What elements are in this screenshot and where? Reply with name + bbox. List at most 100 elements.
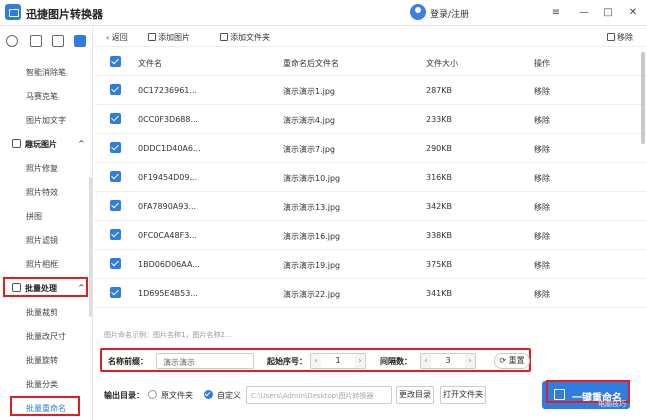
remove-row-button[interactable]: 移除 [534, 260, 550, 271]
sidebar-item-photo-effects[interactable]: 照片特效 [26, 187, 58, 198]
file-table: 文件名 重命名后文件名 文件大小 操作 0C17236961... 演示演示1.j… [94, 48, 647, 320]
batch-tool-icon[interactable] [74, 35, 86, 47]
sidebar-item-mosaic[interactable]: 马赛克笔 [26, 91, 58, 102]
table-row[interactable]: 0DDC1D40A6... 演示演示7.jpg 290KB 移除 [94, 134, 647, 163]
row-checkbox[interactable] [110, 142, 121, 153]
menu-icon[interactable]: ≡ [548, 5, 564, 21]
minimize-button[interactable]: — [576, 5, 592, 21]
table-row[interactable]: 1D695E4B53... 演示演示22.jpg 341KB 移除 [94, 279, 647, 308]
cell-renamed: 演示演示16.jpg [283, 232, 341, 241]
start-index-stepper[interactable]: ‹ 1 › [310, 353, 366, 369]
sidebar-item-collage[interactable]: 拼图 [26, 211, 42, 222]
back-button[interactable]: ‹ 返回 [106, 32, 128, 43]
custom-folder-label[interactable]: 自定义 [217, 390, 241, 401]
remove-row-button[interactable]: 移除 [534, 144, 550, 155]
output-dir-label: 输出目录： [104, 391, 144, 400]
step-stepper[interactable]: ‹ 3 › [420, 353, 476, 369]
table-row[interactable]: 0CC0F3D688... 演示演示4.jpg 233KB 移除 [94, 105, 647, 134]
remove-row-button[interactable]: 移除 [534, 289, 550, 300]
original-folder-label[interactable]: 原文件夹 [161, 390, 193, 401]
chevron-up-icon: ^ [78, 139, 85, 148]
cell-filename: 1D695E4B53... [138, 289, 198, 298]
table-row[interactable]: 0FC0CA48F3... 演示演示16.jpg 338KB 移除 [94, 221, 647, 250]
output-path-input[interactable]: C:\Users\Admin\Desktop\图片转换器 [246, 386, 392, 404]
radio-custom-folder[interactable] [204, 390, 213, 399]
cell-filename: 0DDC1D40A6... [138, 144, 201, 153]
rename-settings: 名称前缀： 演示演示 起始序号： ‹ 1 › 间隔数： ‹ 3 › ⟳ 重置 [100, 348, 531, 372]
user-avatar-icon[interactable] [410, 4, 426, 20]
sidebar-item-photo-frame[interactable]: 照片相框 [26, 259, 58, 270]
radio-original-folder[interactable] [148, 390, 157, 399]
sidebar: 智能消除笔 马赛克笔 图片加文字 趣玩图片 ^ 照片修复 照片特效 拼图 照片滤… [0, 27, 93, 420]
watermark-text: 电脑技巧 [598, 400, 626, 408]
title-bar: 迅捷图片转换器 登录/注册 ≡ — □ ✕ [0, 0, 647, 26]
table-row[interactable]: 0C17236961... 演示演示1.jpg 287KB 移除 [94, 76, 647, 105]
remove-row-button[interactable]: 移除 [534, 202, 550, 213]
cell-filesize: 341KB [426, 289, 453, 298]
change-dir-button[interactable]: 更改目录 [396, 386, 434, 404]
row-checkbox[interactable] [110, 229, 121, 240]
cell-filesize: 342KB [426, 202, 453, 211]
cell-filesize: 233KB [426, 115, 453, 124]
cell-filename: 0FC0CA48F3... [138, 231, 197, 240]
cell-renamed: 演示演示1.jpg [283, 87, 336, 96]
add-image-icon [148, 33, 156, 41]
open-folder-button[interactable]: 打开文件夹 [440, 386, 486, 404]
sidebar-item-add-text[interactable]: 图片加文字 [26, 115, 66, 126]
table-scrollbar[interactable] [641, 52, 645, 144]
sidebar-item-batch-rotate[interactable]: 批量旋转 [26, 355, 58, 366]
table-row[interactable]: 0F19454D09... 演示演示10.jpg 316KB 移除 [94, 163, 647, 192]
sidebar-item-batch-resize[interactable]: 批量改尺寸 [26, 331, 66, 342]
header-filesize: 文件大小 [426, 59, 458, 68]
refresh-icon: ⟳ [499, 356, 509, 365]
select-all-checkbox[interactable] [110, 56, 121, 67]
prefix-input[interactable]: 演示演示 [156, 353, 254, 369]
row-checkbox[interactable] [110, 171, 121, 182]
row-checkbox[interactable] [110, 113, 121, 124]
table-row[interactable]: 1BD06D06AA... 演示演示19.jpg 375KB 移除 [94, 250, 647, 279]
edit-tool-icon[interactable] [30, 35, 42, 47]
sidebar-group-fun[interactable]: 趣玩图片 ^ [12, 139, 85, 150]
sidebar-item-batch-classify[interactable]: 批量分类 [26, 379, 58, 390]
cell-filesize: 290KB [426, 144, 453, 153]
highlight-batch-rename [10, 396, 80, 416]
image-tool-icon[interactable] [52, 35, 64, 47]
remove-row-button[interactable]: 移除 [534, 231, 550, 242]
remove-row-button[interactable]: 移除 [534, 173, 550, 184]
add-folder-icon [220, 33, 228, 41]
sidebar-item-photo-repair[interactable]: 照片修复 [26, 163, 58, 174]
remove-row-button[interactable]: 移除 [534, 115, 550, 126]
naming-hint: 图片命名示例：图片名称1，图片名称2... [104, 331, 232, 339]
app-logo-icon [5, 4, 21, 20]
convert-tool-icon[interactable] [6, 35, 18, 47]
restore-button[interactable]: □ [600, 5, 616, 21]
increment-icon[interactable]: › [355, 354, 365, 368]
table-row[interactable]: 0FA7890A93... 演示演示13.jpg 342KB 移除 [94, 192, 647, 221]
increment-icon[interactable]: › [465, 354, 475, 368]
header-renamed: 重命名后文件名 [283, 59, 339, 68]
reset-button[interactable]: ⟳ 重置 [494, 353, 530, 369]
header-action: 操作 [534, 59, 550, 68]
close-button[interactable]: ✕ [625, 5, 641, 21]
sidebar-item-batch-crop[interactable]: 批量裁剪 [26, 307, 58, 318]
login-link[interactable]: 登录/注册 [430, 7, 469, 20]
row-checkbox[interactable] [110, 287, 121, 298]
row-checkbox[interactable] [110, 84, 121, 95]
add-image-button[interactable]: 添加图片 [148, 32, 190, 43]
start-index-label: 起始序号： [267, 357, 307, 366]
cell-renamed: 演示演示10.jpg [283, 174, 341, 183]
remove-row-button[interactable]: 移除 [534, 86, 550, 97]
row-checkbox[interactable] [110, 258, 121, 269]
cell-renamed: 演示演示4.jpg [283, 116, 336, 125]
cell-filesize: 316KB [426, 173, 453, 182]
sidebar-item-photo-filter[interactable]: 照片滤镜 [26, 235, 58, 246]
add-folder-button[interactable]: 添加文件夹 [220, 32, 270, 43]
sidebar-item-smart-eraser[interactable]: 智能消除笔 [26, 67, 66, 78]
sidebar-tools [0, 35, 93, 51]
row-checkbox[interactable] [110, 200, 121, 211]
table-header: 文件名 重命名后文件名 文件大小 操作 [94, 48, 647, 76]
sidebar-scrollbar[interactable] [89, 177, 92, 317]
cell-filename: 0FA7890A93... [138, 202, 197, 211]
remove-all-button[interactable]: 移除 [607, 32, 633, 43]
step-label: 间隔数： [380, 357, 412, 366]
